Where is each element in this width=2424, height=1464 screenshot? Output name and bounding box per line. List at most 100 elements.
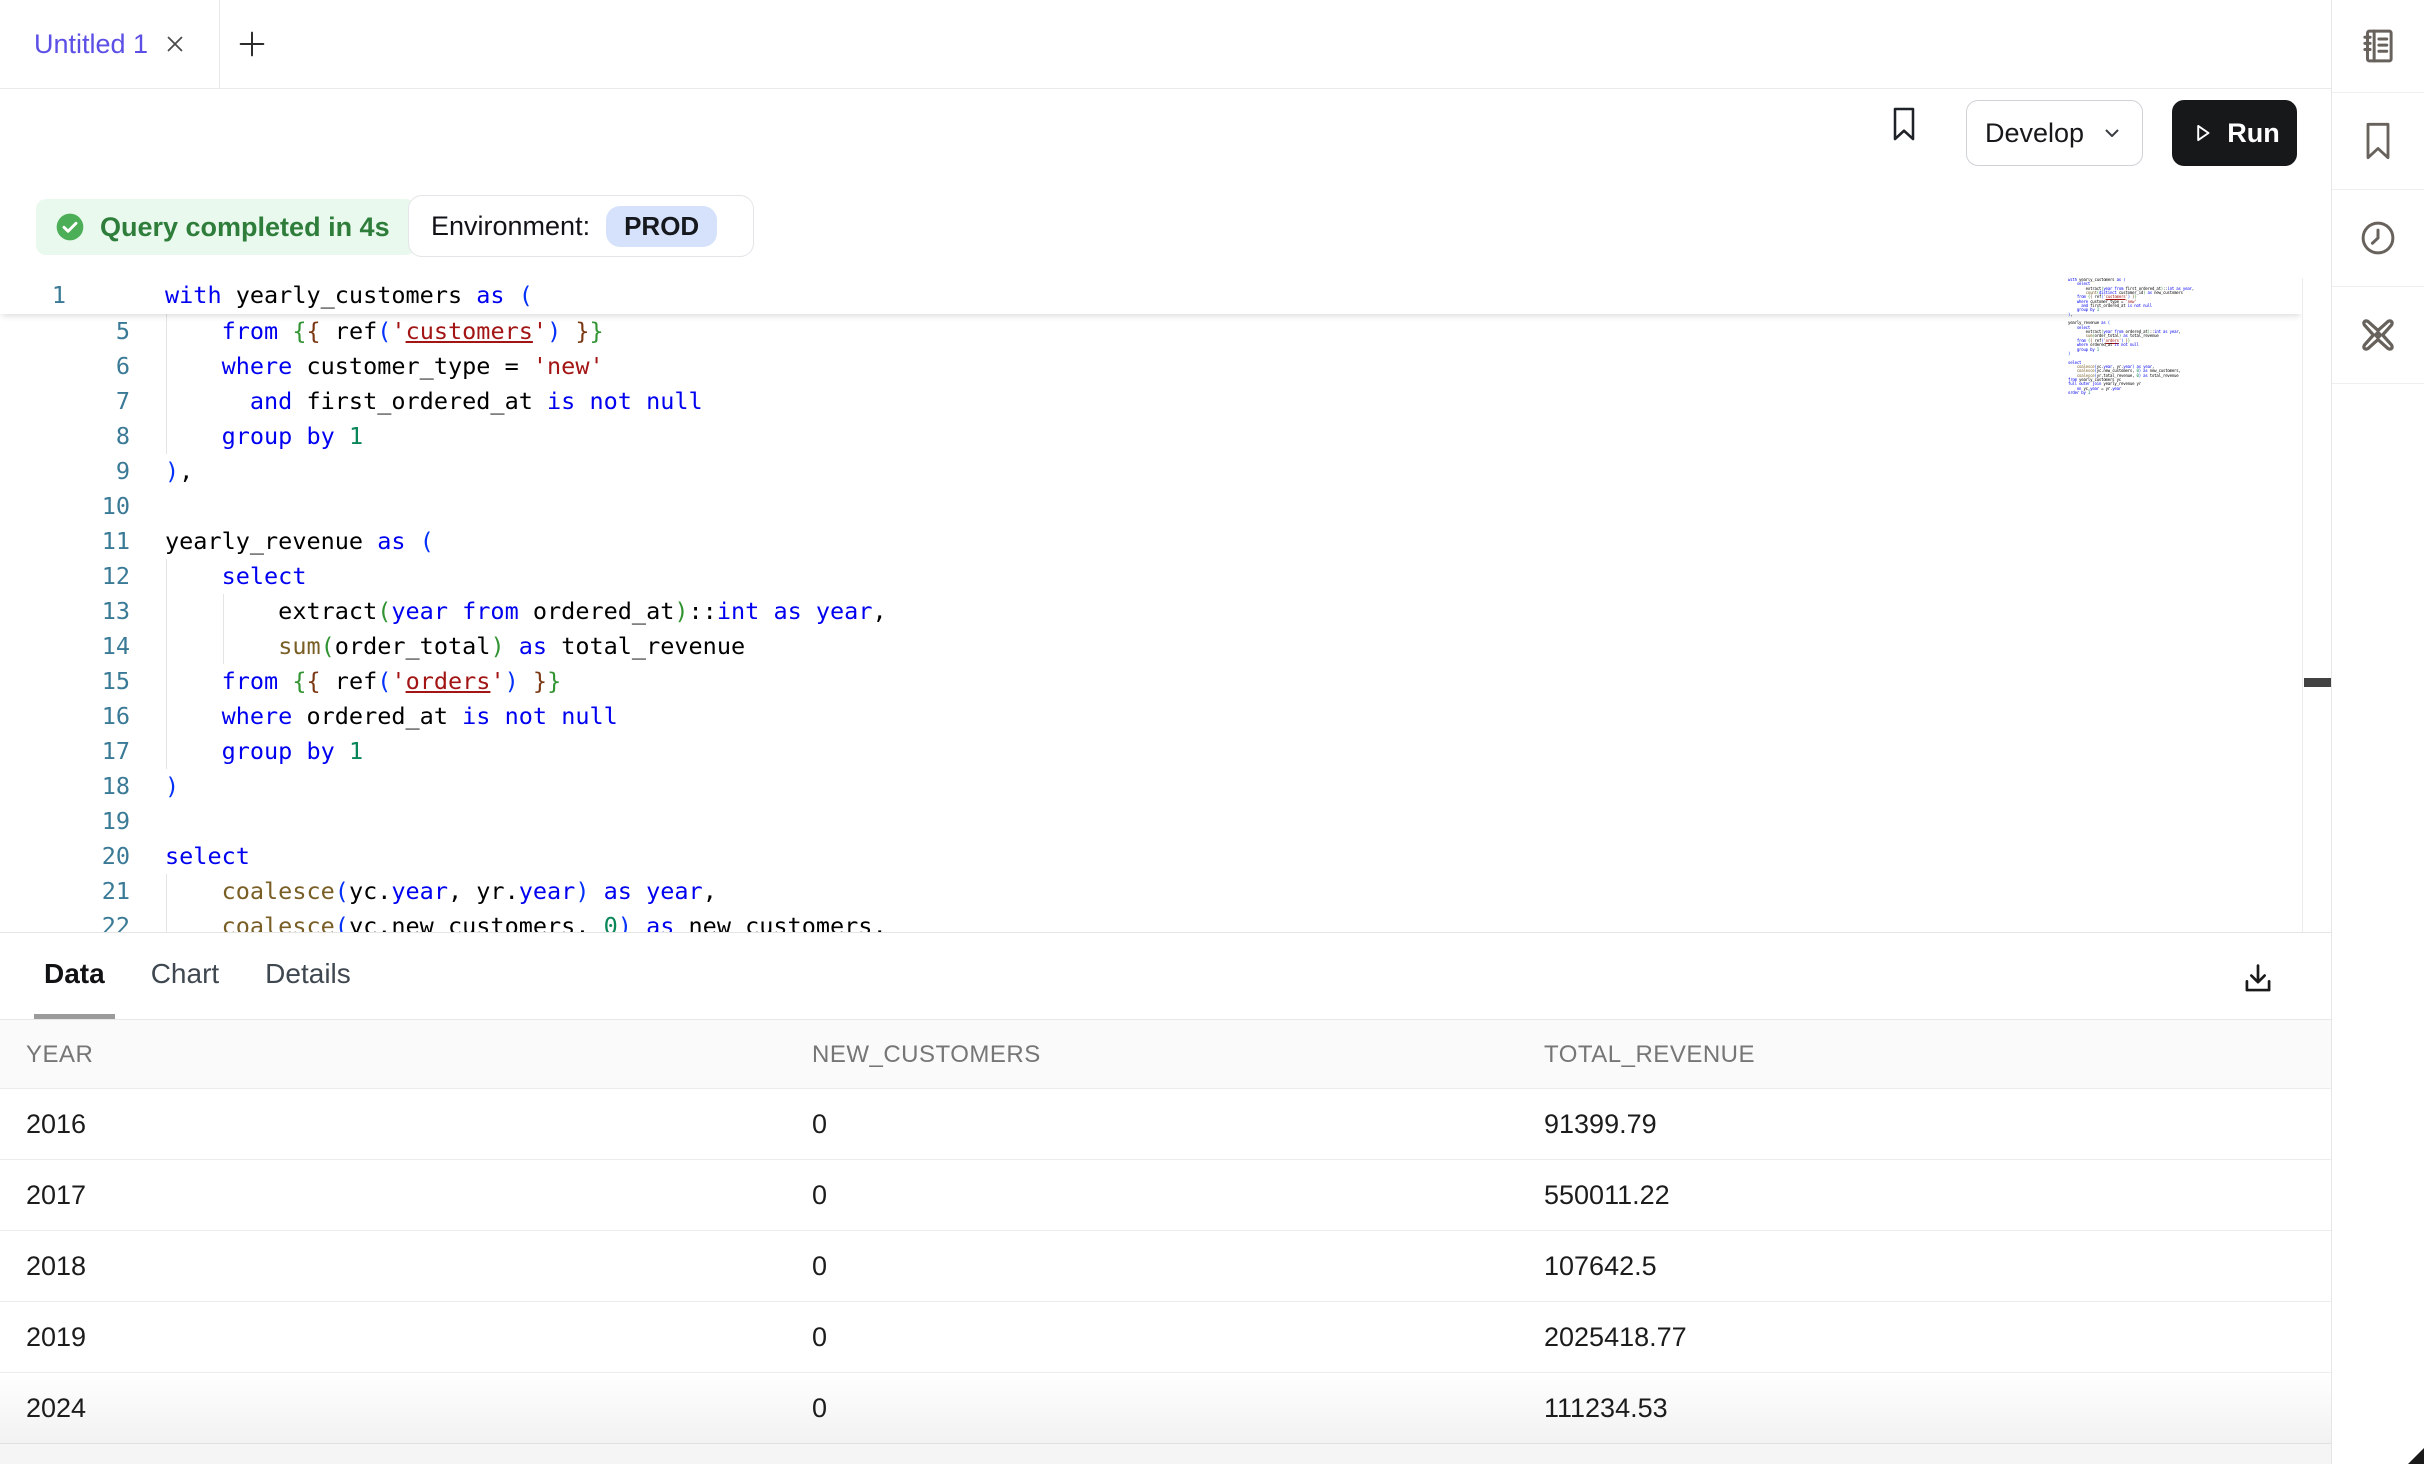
code-text: where customer_type = 'new' [165, 349, 604, 384]
code-text: with yearly_customers as ( [165, 278, 533, 313]
code-line-13[interactable]: 13 extract(year from ordered_at)::int as… [0, 594, 2302, 629]
code-text: sum(order_total) as total_revenue [165, 629, 745, 664]
code-editor[interactable]: 5 from {{ ref('customers') }}6 where cus… [0, 278, 2331, 932]
code-line-12[interactable]: 12 select [0, 559, 2302, 594]
code-line-19[interactable]: 19 [0, 804, 2302, 839]
table-cell: 111234.53 [1544, 1373, 1668, 1443]
code-line-18[interactable]: 18) [0, 769, 2302, 804]
code-text: ), [165, 454, 193, 489]
environment-select[interactable]: Environment: PROD [408, 195, 754, 257]
play-icon [2189, 120, 2215, 146]
table-row: 2024 0 111234.53 [0, 1373, 2331, 1444]
results-tab-details[interactable]: Details [255, 933, 361, 1019]
code-line-9[interactable]: 9), [0, 454, 2302, 489]
table-cell: 2019 [26, 1302, 86, 1372]
run-button[interactable]: Run [2172, 100, 2297, 166]
code-text: group by 1 [165, 734, 363, 769]
line-number: 13 [0, 594, 130, 629]
code-line-11[interactable]: 11 yearly_revenue as ( [0, 524, 2302, 559]
results-panel: Data Chart Details YEARNEW_CUSTOMERSTOTAL_… [0, 932, 2331, 1444]
table-row: 2017 0 550011.22 [0, 1160, 2331, 1231]
results-tab-chart[interactable]: Chart [141, 933, 229, 1019]
line-number: 20 [0, 839, 130, 874]
table-cell: 2025418.77 [1544, 1302, 1687, 1372]
ref-link[interactable]: customers [406, 317, 533, 345]
check-circle-icon [54, 211, 86, 243]
line-number: 6 [0, 349, 130, 384]
code-line-22[interactable]: 22 coalesce(yc.new_customers, 0) as new_… [0, 909, 2302, 932]
environment-value-chip: PROD [606, 206, 717, 247]
line-number: 7 [0, 384, 130, 419]
bookmark-icon[interactable] [1884, 103, 1924, 145]
table-cell: 0 [812, 1231, 827, 1301]
ref-link[interactable]: orders [406, 667, 491, 695]
code-text: ) [165, 769, 179, 804]
line-number: 21 [0, 874, 130, 909]
column-header-year: YEAR [26, 1020, 93, 1090]
sidebar-item-history[interactable] [2332, 190, 2424, 287]
table-cell: 0 [812, 1089, 827, 1159]
code-line-17[interactable]: 17 group by 1 [0, 734, 2302, 769]
table-cell: 2018 [26, 1231, 86, 1301]
sidebar-item-lineage[interactable] [2332, 287, 2424, 384]
sticky-scroll-line[interactable]: 1with yearly_customers as ( [0, 278, 2302, 314]
results-tab-data[interactable]: Data [34, 933, 115, 1019]
code-line-21[interactable]: 21 coalesce(yc.year, yr.year) as year, [0, 874, 2302, 909]
sidebar-item-bookmarks[interactable] [2332, 93, 2424, 190]
code-line-15[interactable]: 15 from {{ ref('orders') }} [0, 664, 2302, 699]
code-text: select [165, 559, 306, 594]
table-cell: 2024 [26, 1373, 86, 1443]
table-cell: 107642.5 [1544, 1231, 1657, 1301]
editor-scrollbar-track[interactable] [2302, 278, 2331, 932]
table-cell: 0 [812, 1302, 827, 1372]
table-cell: 2017 [26, 1160, 86, 1230]
code-line-1[interactable]: 1with yearly_customers as ( [0, 278, 2302, 313]
code-line-6[interactable]: 6 where customer_type = 'new' [0, 349, 2302, 384]
code-text: yearly_revenue as ( [165, 524, 434, 559]
horizontal-scrollbar-track[interactable] [0, 1443, 2331, 1464]
code-text: extract(year from ordered_at)::int as ye… [165, 594, 887, 629]
table-cell: 0 [812, 1160, 827, 1230]
code-text: from {{ ref('customers') }} [165, 314, 604, 349]
code-text: and first_ordered_at is not null [165, 384, 703, 419]
code-line-16[interactable]: 16 where ordered_at is not null [0, 699, 2302, 734]
code-line-5[interactable]: 5 from {{ ref('customers') }} [0, 314, 2302, 349]
environment-label: Environment: [431, 211, 590, 242]
run-button-label: Run [2227, 118, 2279, 149]
sidebar-item-notebook[interactable] [2332, 0, 2424, 93]
minimap[interactable]: with yearly_customers as ( select extrac… [2068, 278, 2288, 395]
line-number: 9 [0, 454, 130, 489]
code-text: group by 1 [165, 419, 363, 454]
code-line-14[interactable]: 14 sum(order_total) as total_revenue [0, 629, 2302, 664]
line-number: 16 [0, 699, 130, 734]
code-text: coalesce(yc.year, yr.year) as year, [165, 874, 717, 909]
code-line-7[interactable]: 7 and first_ordered_at is not null [0, 384, 2302, 419]
line-number: 8 [0, 419, 130, 454]
tab-untitled-1[interactable]: Untitled 1 [0, 0, 220, 88]
table-cell: 0 [812, 1373, 827, 1443]
notebook-icon [2357, 25, 2399, 67]
editor-scrollbar-thumb[interactable] [2304, 678, 2331, 687]
results-table-header: YEARNEW_CUSTOMERSTOTAL_REVENUE [0, 1019, 2331, 1089]
code-line-20[interactable]: 20 select [0, 839, 2302, 874]
table-cell: 550011.22 [1544, 1160, 1670, 1230]
code-line-8[interactable]: 8 group by 1 [0, 419, 2302, 454]
line-number: 12 [0, 559, 130, 594]
download-icon[interactable] [2236, 957, 2280, 1001]
close-icon[interactable] [162, 31, 188, 57]
code-line-10[interactable]: 10 [0, 489, 2302, 524]
chevron-down-icon [2100, 121, 2124, 145]
line-number: 17 [0, 734, 130, 769]
table-cell: 91399.79 [1544, 1089, 1657, 1159]
line-number: 18 [0, 769, 130, 804]
status-row: Query completed in 4s Environment: PROD [0, 188, 2331, 278]
resize-grip[interactable] [2408, 1448, 2424, 1464]
line-number: 10 [0, 489, 130, 524]
develop-button[interactable]: Develop [1966, 100, 2143, 166]
code-text: select [165, 839, 250, 874]
app-window: Untitled 1 Develop Run [0, 0, 2424, 1464]
line-number: 11 [0, 524, 130, 559]
code-text: from {{ ref('orders') }} [165, 664, 561, 699]
query-status-text: Query completed in 4s [100, 212, 390, 243]
new-tab-button[interactable] [230, 22, 274, 66]
